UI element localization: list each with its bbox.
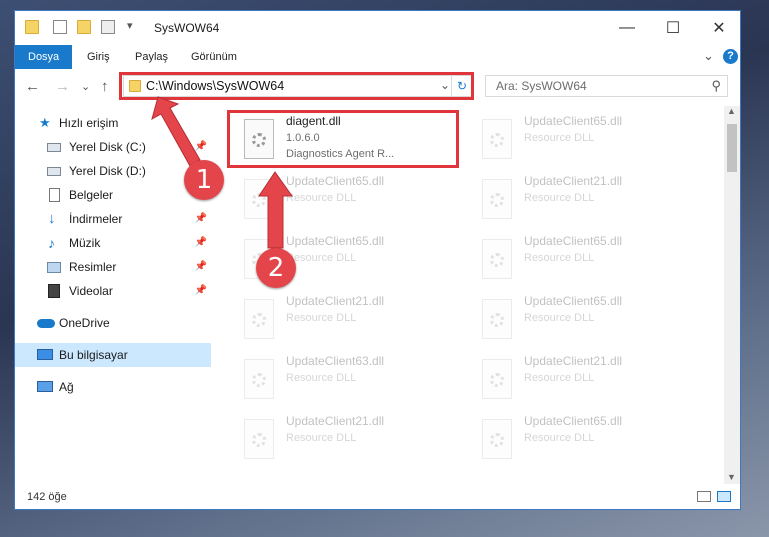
arrow-1-icon bbox=[151, 96, 201, 167]
arrow-2-icon bbox=[258, 171, 293, 249]
annotation-arrows bbox=[151, 96, 293, 249]
step-badge-2: 2 bbox=[256, 248, 296, 288]
step-badge-1: 1 bbox=[184, 160, 224, 200]
